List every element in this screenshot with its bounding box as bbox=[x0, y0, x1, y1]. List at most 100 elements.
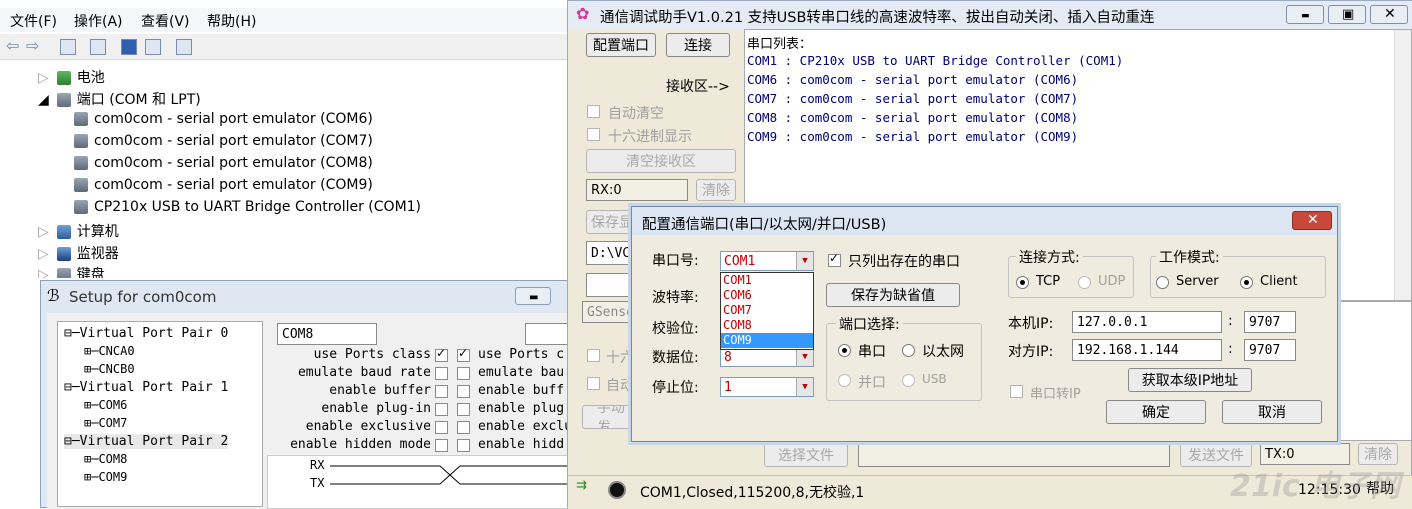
tree-monitor[interactable]: ▷ 监视器 bbox=[38, 243, 119, 263]
dropdown-arrow-icon[interactable]: ▼ bbox=[796, 378, 813, 396]
tree-port-cncb0[interactable]: ⊞─CNCB0 bbox=[84, 362, 135, 376]
scan-hardware-icon[interactable] bbox=[176, 39, 192, 55]
enable-buffer-checkbox[interactable] bbox=[435, 385, 448, 398]
manual-send-button[interactable]: 手动发 bbox=[582, 405, 638, 429]
help-icon[interactable] bbox=[121, 39, 137, 55]
remote-ip-field[interactable]: 192.168.1.144 bbox=[1072, 339, 1222, 361]
port-item-com9[interactable]: com0com - serial port emulator (COM9) bbox=[74, 177, 373, 193]
auto-clear-checkbox[interactable] bbox=[587, 105, 600, 118]
dialog-close-button[interactable]: ✕ bbox=[1292, 211, 1332, 230]
tree-port-com9[interactable]: ⊞─COM9 bbox=[84, 470, 127, 484]
tree-keyboard[interactable]: ▷ 键盘 bbox=[38, 264, 105, 278]
tcp-radio[interactable] bbox=[1016, 276, 1029, 289]
gsensor-field[interactable]: GSenso bbox=[582, 301, 638, 323]
ethernet-radio[interactable] bbox=[902, 344, 915, 357]
config-port-button[interactable]: 配置端口 bbox=[586, 33, 656, 57]
save-default-button[interactable]: 保存为缺省值 bbox=[826, 283, 960, 307]
dropdown-arrow-icon[interactable]: ▼ bbox=[796, 348, 813, 366]
vertical-scrollbar[interactable] bbox=[1394, 30, 1411, 300]
minimize-button[interactable]: ▬ bbox=[515, 287, 551, 305]
menu-action[interactable]: 操作(A) bbox=[74, 11, 123, 31]
file-path-field[interactable] bbox=[858, 443, 1170, 467]
hex-send-checkbox[interactable] bbox=[587, 349, 600, 362]
enable-exclusive-checkbox[interactable] bbox=[435, 421, 448, 434]
client-radio[interactable] bbox=[1240, 276, 1253, 289]
parallel-radio[interactable] bbox=[838, 374, 851, 387]
serial-to-ip-checkbox[interactable] bbox=[1010, 385, 1023, 398]
local-port-field[interactable]: 9707 bbox=[1244, 311, 1296, 333]
remote-port-field[interactable]: 9707 bbox=[1244, 339, 1296, 361]
tree-computer[interactable]: ▷ 计算机 bbox=[38, 221, 119, 241]
enable-exclusive-checkbox-b[interactable] bbox=[457, 421, 470, 434]
port-item-com7[interactable]: com0com - serial port emulator (COM7) bbox=[74, 133, 373, 149]
enable-plugin-checkbox-b[interactable] bbox=[457, 403, 470, 416]
select-file-button[interactable]: 选择文件 bbox=[764, 443, 848, 467]
menu-file[interactable]: 文件(F) bbox=[10, 11, 57, 31]
clear-recv-button[interactable]: 清空接收区 bbox=[586, 149, 736, 173]
expand-arrow-icon[interactable]: ▷ bbox=[38, 224, 49, 240]
close-icon: ✕ bbox=[1384, 6, 1396, 22]
port-item-com8[interactable]: com0com - serial port emulator (COM8) bbox=[74, 155, 373, 171]
tree-pair-2[interactable]: ⊟─Virtual Port Pair 2 bbox=[64, 434, 229, 449]
serial-radio[interactable] bbox=[838, 344, 851, 357]
hex-display-checkbox[interactable] bbox=[587, 128, 600, 141]
databits-select[interactable]: 8 ▼ bbox=[720, 347, 814, 367]
connect-button[interactable]: 连接 bbox=[666, 33, 730, 57]
port-select[interactable]: COM1 ▼ bbox=[720, 251, 814, 271]
tree-port-com7[interactable]: ⊞─COM7 bbox=[84, 416, 127, 430]
ok-button[interactable]: 确定 bbox=[1106, 400, 1206, 424]
use-ports-class-checkbox-b[interactable] bbox=[457, 346, 470, 362]
udp-radio[interactable] bbox=[1078, 276, 1091, 289]
port-label: COM6 bbox=[98, 398, 128, 412]
port-option[interactable]: COM1 bbox=[721, 273, 813, 288]
tree-port-cnca0[interactable]: ⊞─CNCA0 bbox=[84, 344, 135, 358]
port-item-com1[interactable]: CP210x USB to UART Bridge Controller (CO… bbox=[74, 199, 421, 215]
collapse-arrow-icon[interactable]: ◢ bbox=[38, 92, 49, 108]
close-button[interactable]: ✕ bbox=[1370, 5, 1408, 24]
tree-port-com6[interactable]: ⊞─COM6 bbox=[84, 398, 127, 412]
details-icon[interactable] bbox=[145, 39, 161, 55]
expand-arrow-icon[interactable]: ▷ bbox=[38, 267, 49, 278]
auto-send-checkbox[interactable] bbox=[587, 377, 600, 390]
stopbits-select[interactable]: 1 ▼ bbox=[720, 377, 814, 397]
list-icon[interactable] bbox=[90, 39, 106, 55]
expand-arrow-icon[interactable]: ▷ bbox=[38, 70, 49, 86]
properties-icon[interactable] bbox=[60, 39, 76, 55]
enable-hidden-checkbox[interactable] bbox=[435, 439, 448, 452]
port-name-field-right[interactable] bbox=[525, 323, 571, 345]
port-option[interactable]: COM8 bbox=[721, 318, 813, 333]
enable-hidden-checkbox-b[interactable] bbox=[457, 439, 470, 452]
port-option-selected[interactable]: COM9 bbox=[721, 333, 813, 348]
usb-radio[interactable] bbox=[902, 374, 915, 387]
menu-view[interactable]: 查看(V) bbox=[141, 11, 190, 31]
port-option[interactable]: COM6 bbox=[721, 288, 813, 303]
cancel-button[interactable]: 取消 bbox=[1222, 400, 1322, 424]
minimize-button[interactable]: ▬ bbox=[1286, 5, 1324, 24]
tree-port-com8[interactable]: ⊞─COM8 bbox=[84, 452, 127, 466]
tree-pair-1[interactable]: ⊟─Virtual Port Pair 1 bbox=[64, 380, 228, 395]
use-ports-class-checkbox[interactable] bbox=[435, 346, 448, 362]
port-icon bbox=[74, 112, 88, 126]
clear-rx-button[interactable]: 清除 bbox=[696, 179, 736, 201]
forward-arrow-icon[interactable]: ⇨ bbox=[26, 36, 39, 55]
tree-battery[interactable]: ▷ 电池 bbox=[38, 67, 105, 87]
stopbits-value: 1 bbox=[724, 379, 732, 395]
back-arrow-icon[interactable]: ⇦ bbox=[6, 36, 19, 55]
maximize-button[interactable]: ▣ bbox=[1328, 5, 1366, 24]
expand-arrow-icon[interactable]: ▷ bbox=[38, 246, 49, 262]
menu-help[interactable]: 帮助(H) bbox=[207, 11, 256, 31]
enable-plugin-checkbox[interactable] bbox=[435, 403, 448, 416]
emulate-baud-checkbox-b[interactable] bbox=[457, 367, 470, 380]
dropdown-arrow-icon[interactable]: ▼ bbox=[796, 252, 813, 270]
port-option[interactable]: COM7 bbox=[721, 303, 813, 318]
tree-ports[interactable]: ◢ 端口 (COM 和 LPT) bbox=[38, 89, 201, 109]
only-existing-checkbox[interactable] bbox=[828, 251, 841, 267]
server-radio[interactable] bbox=[1156, 276, 1169, 289]
port-name-field[interactable]: COM8 bbox=[277, 323, 377, 345]
tree-pair-0[interactable]: ⊟─Virtual Port Pair 0 bbox=[64, 326, 228, 341]
local-ip-field[interactable]: 127.0.0.1 bbox=[1072, 311, 1222, 333]
get-ip-button[interactable]: 获取本级IP地址 bbox=[1128, 368, 1252, 392]
port-item-com6[interactable]: com0com - serial port emulator (COM6) bbox=[74, 111, 373, 127]
emulate-baud-checkbox[interactable] bbox=[435, 367, 448, 380]
enable-buffer-checkbox-b[interactable] bbox=[457, 385, 470, 398]
